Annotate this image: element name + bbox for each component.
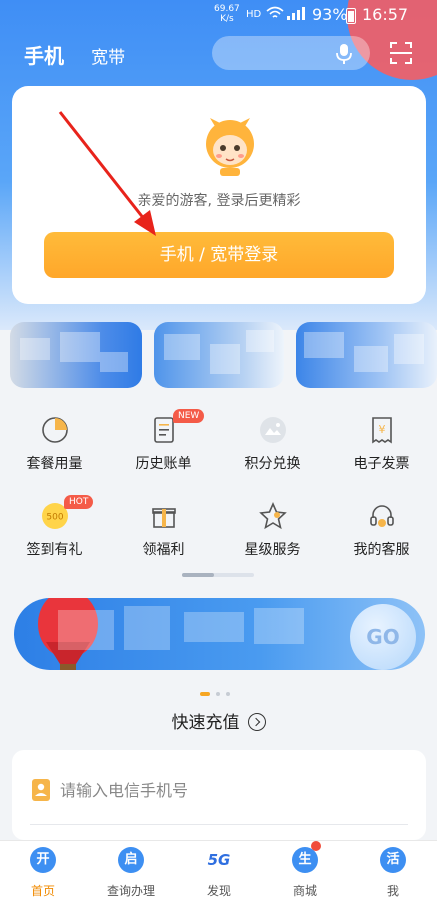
header-tabs: 手机 宽带 bbox=[24, 40, 125, 69]
battery-percent: 93% bbox=[312, 5, 348, 24]
net-speed: 69.67 K/s bbox=[214, 4, 240, 24]
grid-item-bill-history[interactable]: NEW 历史账单 bbox=[109, 409, 218, 473]
login-button[interactable]: 手机 / 宽带登录 bbox=[44, 232, 394, 278]
5g-icon: 5G bbox=[207, 851, 231, 869]
star-icon bbox=[258, 502, 287, 530]
mascot-avatar bbox=[206, 118, 254, 176]
guest-greeting: 亲爱的游客, 登录后更精彩 bbox=[137, 193, 301, 209]
search-bar[interactable] bbox=[212, 36, 370, 70]
grid-item-customer-service[interactable]: 我的客服 bbox=[327, 501, 436, 559]
headset-icon bbox=[369, 505, 394, 527]
carousel-dot-active[interactable] bbox=[200, 691, 210, 696]
nav-me[interactable]: 活 我 bbox=[353, 847, 433, 899]
recharge-card bbox=[12, 750, 426, 840]
nav-query[interactable]: 启 查询办理 bbox=[91, 847, 171, 899]
wifi-icon bbox=[266, 6, 284, 24]
nav-home[interactable]: 开 首页 bbox=[3, 847, 83, 899]
grid-item-plan-usage[interactable]: 套餐用量 bbox=[0, 415, 109, 473]
contacts-icon[interactable] bbox=[30, 778, 52, 802]
tab-broadband[interactable]: 宽带 bbox=[91, 48, 125, 68]
gift-icon bbox=[151, 508, 176, 528]
notification-dot bbox=[311, 841, 321, 851]
grid-item-checkin[interactable]: HOT 500 签到有礼 bbox=[0, 495, 109, 559]
phone-input-row bbox=[30, 770, 408, 812]
login-card: 亲爱的游客, 登录后更精彩 手机 / 宽带登录 bbox=[12, 86, 426, 304]
clock: 16:57 bbox=[362, 5, 409, 24]
scan-icon[interactable] bbox=[389, 40, 413, 66]
new-badge: NEW bbox=[173, 409, 205, 423]
hd-indicator: HD bbox=[246, 9, 262, 20]
bottom-nav: 开 首页 启 查询办理 5G 发现 生 商城 活 我 bbox=[0, 840, 437, 907]
promo-card[interactable] bbox=[154, 322, 284, 388]
go-button[interactable]: GO bbox=[350, 604, 416, 670]
status-bar: 69.67 K/s HD 93% 16:57 bbox=[0, 0, 437, 30]
grid-scroll-indicator bbox=[182, 573, 254, 577]
promo-banner-row bbox=[10, 322, 437, 388]
profile-icon: 活 bbox=[380, 847, 406, 873]
quick-recharge-title[interactable]: 快速充值 bbox=[0, 708, 437, 733]
grid-item-star-service[interactable]: 星级服务 bbox=[218, 501, 327, 559]
battery-icon bbox=[346, 8, 356, 24]
divider bbox=[30, 824, 408, 825]
points-icon bbox=[259, 417, 286, 443]
tab-phone[interactable]: 手机 bbox=[24, 44, 64, 68]
nav-discover[interactable]: 5G 发现 bbox=[179, 847, 259, 899]
svg-text:500: 500 bbox=[46, 513, 63, 523]
query-icon: 启 bbox=[118, 847, 144, 873]
mic-icon[interactable] bbox=[334, 43, 354, 65]
nav-mall[interactable]: 生 商城 bbox=[265, 841, 345, 899]
grid-item-points-exchange[interactable]: 积分兑换 bbox=[218, 415, 327, 473]
phone-number-input[interactable] bbox=[60, 770, 400, 810]
promo-card[interactable] bbox=[10, 322, 142, 388]
signal-icon bbox=[286, 5, 306, 25]
carousel-dot[interactable] bbox=[216, 691, 220, 696]
grid-item-benefits[interactable]: 领福利 bbox=[109, 501, 218, 559]
hot-badge: HOT bbox=[64, 495, 94, 509]
pie-chart-icon bbox=[41, 417, 68, 443]
home-icon: 开 bbox=[30, 847, 56, 873]
chevron-right-icon bbox=[247, 713, 266, 731]
grid-item-e-invoice[interactable]: ¥ 电子发票 bbox=[327, 415, 436, 473]
promo-card[interactable] bbox=[296, 322, 437, 388]
carousel-dot[interactable] bbox=[226, 691, 230, 696]
svg-text:¥: ¥ bbox=[378, 423, 385, 436]
carousel-pagination bbox=[200, 683, 236, 702]
invoice-icon: ¥ bbox=[371, 417, 392, 444]
